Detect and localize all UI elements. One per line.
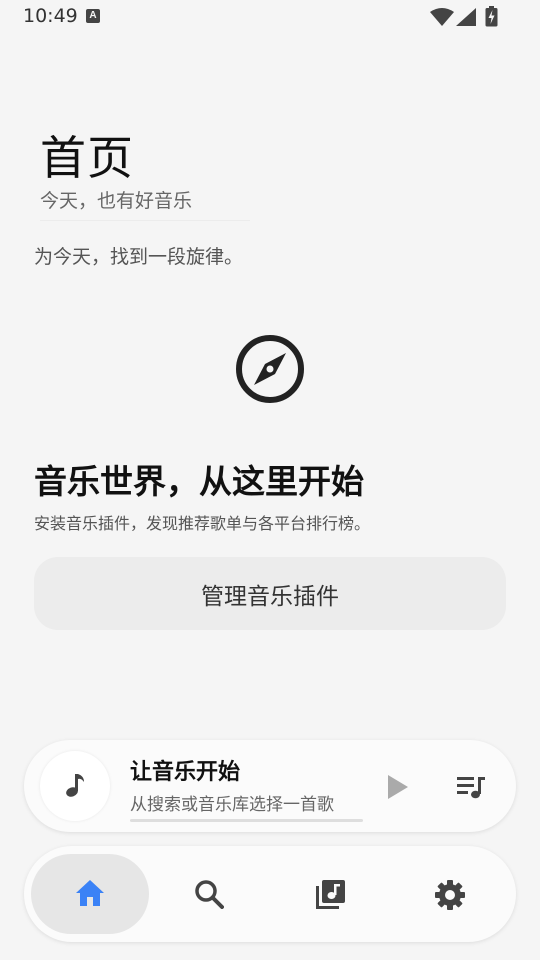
music-library-icon	[316, 880, 345, 909]
cellular-signal-icon	[456, 8, 476, 26]
keyboard-a-icon: A	[86, 9, 100, 23]
page-subtitle: 今天，也有好音乐	[40, 190, 193, 212]
player-subtitle: 从搜索或音乐库选择一首歌	[130, 795, 334, 815]
nav-item-home[interactable]	[31, 854, 149, 934]
album-cover[interactable]	[40, 751, 110, 821]
bottom-navigation	[24, 846, 516, 942]
player-title: 让音乐开始	[130, 760, 241, 785]
play-icon[interactable]	[386, 774, 410, 800]
wifi-icon	[430, 8, 454, 26]
mini-player[interactable]: 让音乐开始 从搜索或音乐库选择一首歌	[24, 740, 516, 832]
compass-icon	[236, 335, 304, 403]
tagline: 为今天，找到一段旋律。	[34, 246, 244, 268]
search-icon	[195, 880, 224, 909]
progress-bar[interactable]	[130, 819, 363, 822]
music-note-icon	[66, 774, 84, 797]
status-bar: 10:49 A	[0, 0, 540, 34]
battery-charging-icon	[485, 6, 498, 27]
status-time: 10:49	[23, 5, 78, 27]
queue-music-icon[interactable]	[456, 774, 486, 800]
hero-description: 安装音乐插件，发现推荐歌单与各平台排行榜。	[34, 514, 371, 533]
title-divider	[40, 220, 250, 221]
hero-title: 音乐世界，从这里开始	[34, 462, 364, 501]
page-title: 首页	[40, 131, 134, 185]
nav-item-library[interactable]	[270, 854, 388, 934]
gear-icon	[435, 880, 465, 910]
nav-item-settings[interactable]	[390, 854, 508, 934]
manage-plugins-button[interactable]: 管理音乐插件	[34, 557, 506, 630]
nav-item-search[interactable]	[150, 854, 268, 934]
home-icon	[76, 880, 104, 906]
